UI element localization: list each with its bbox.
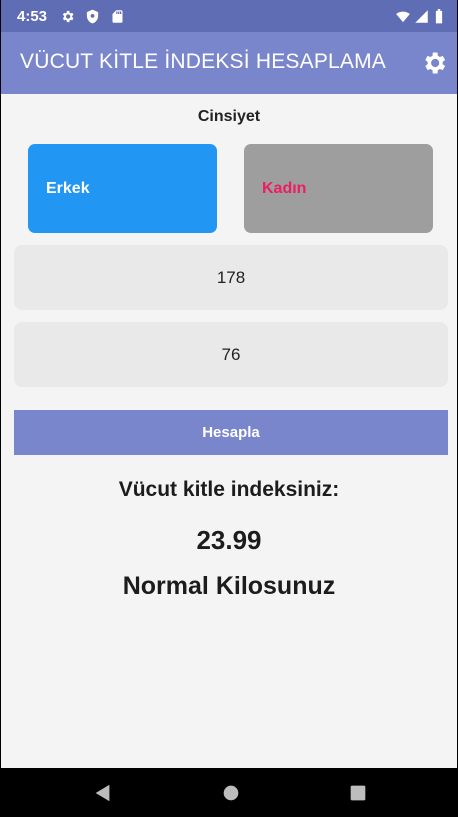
signal-icon xyxy=(415,10,428,23)
main-content: Cinsiyet Erkek Kadın 178 76 Hesapla Vücu… xyxy=(0,94,458,768)
shield-icon xyxy=(86,9,99,24)
gender-label: Cinsiyet xyxy=(197,108,261,125)
result-status: Normal Kilosunuz xyxy=(122,572,336,600)
settings-button[interactable] xyxy=(420,49,448,77)
female-button[interactable]: Kadın xyxy=(244,144,433,233)
status-time: 4:53 xyxy=(17,8,48,25)
recents-icon[interactable] xyxy=(347,782,369,804)
home-icon[interactable] xyxy=(220,782,242,804)
status-bar: 4:53 xyxy=(0,0,458,32)
sd-card-icon xyxy=(112,10,123,23)
weight-input[interactable]: 76 xyxy=(14,322,448,387)
battery-icon xyxy=(435,9,443,24)
wifi-icon xyxy=(396,11,410,23)
app-bar: VÜCUT KİTLE İNDEKSİ HESAPLAMA xyxy=(0,32,458,94)
male-button[interactable]: Erkek xyxy=(28,144,217,233)
result-value: 23.99 xyxy=(196,525,262,555)
navigation-bar xyxy=(0,768,458,817)
gear-icon xyxy=(62,10,74,23)
left-frame-edge xyxy=(0,0,1,817)
back-icon[interactable] xyxy=(92,782,114,804)
app-title: VÜCUT KİTLE İNDEKSİ HESAPLAMA xyxy=(20,50,387,73)
height-input[interactable]: 178 xyxy=(14,245,448,310)
result-label: Vücut kitle indeksiniz: xyxy=(118,478,340,501)
calculate-button[interactable]: Hesapla xyxy=(14,410,448,455)
